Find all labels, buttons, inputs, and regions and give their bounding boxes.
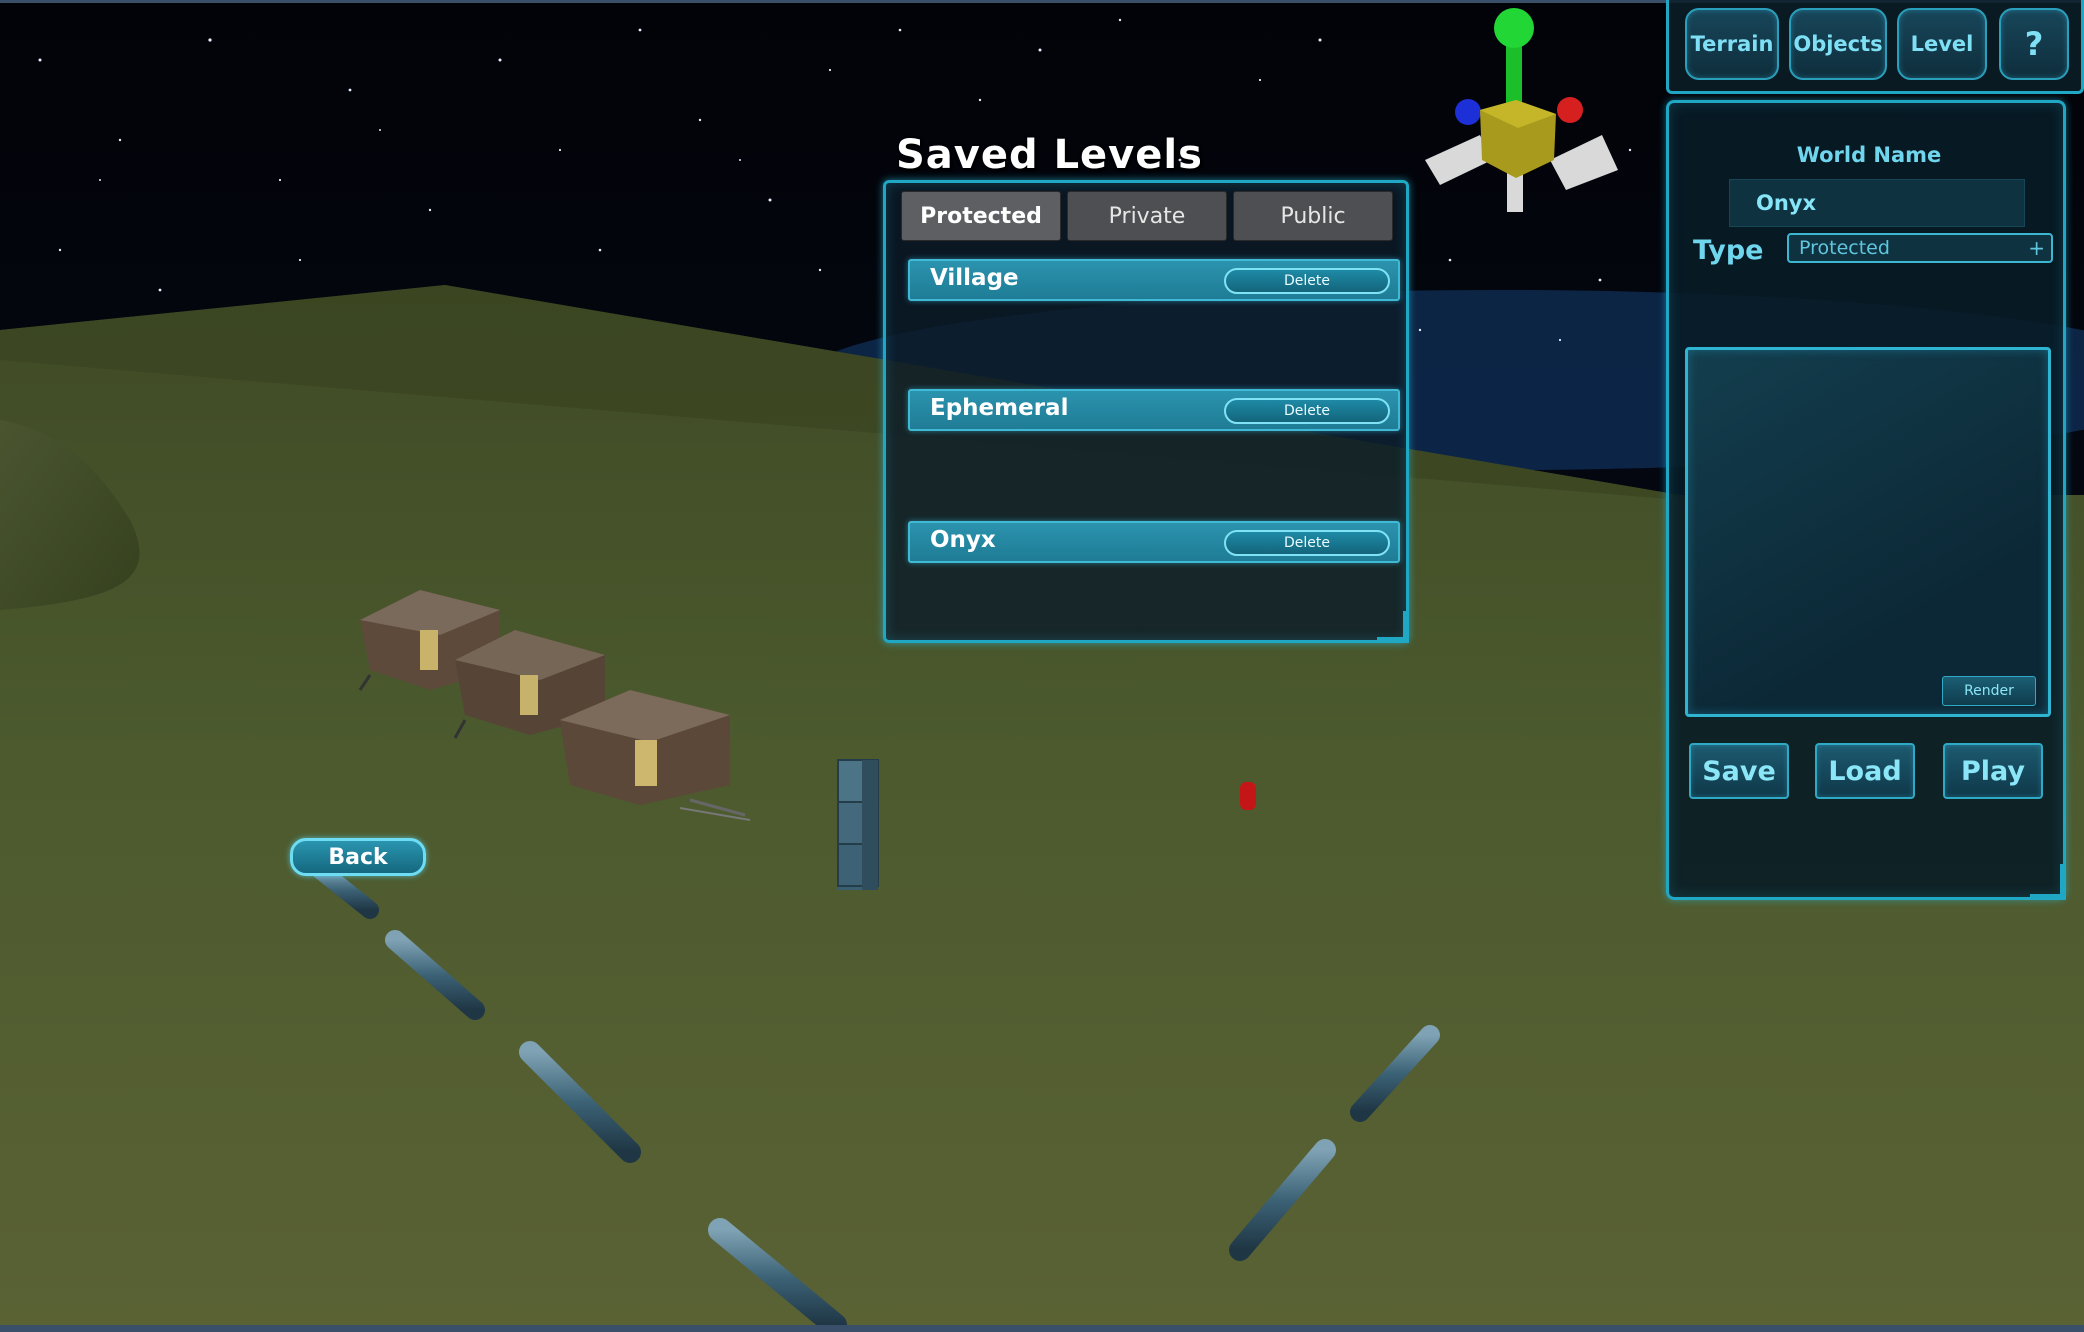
load-button[interactable]: Load <box>1815 743 1915 799</box>
tab-protected[interactable]: Protected <box>901 191 1061 241</box>
red-marker[interactable] <box>1240 782 1256 810</box>
save-button[interactable]: Save <box>1689 743 1789 799</box>
help-button[interactable]: ? <box>1999 8 2069 80</box>
saved-levels-panel: Protected Private Public Village Delete … <box>883 180 1409 643</box>
window-frame-bottom <box>0 1325 2084 1332</box>
type-dropdown[interactable]: Protected + <box>1787 233 2053 263</box>
dropdown-arrow-icon: + <box>2028 236 2045 260</box>
delete-button[interactable]: Delete <box>1224 268 1390 294</box>
level-name: Ephemeral <box>930 395 1069 421</box>
terrain-button[interactable]: Terrain <box>1685 8 1779 80</box>
delete-button[interactable]: Delete <box>1224 530 1390 556</box>
world-name-input[interactable]: Onyx <box>1729 179 2025 227</box>
tab-public[interactable]: Public <box>1233 191 1393 241</box>
level-name: Village <box>930 265 1019 291</box>
back-button[interactable]: Back <box>290 838 426 876</box>
editor-toolbar: Terrain Objects Level ? <box>1666 0 2084 94</box>
delete-button[interactable]: Delete <box>1224 398 1390 424</box>
level-row-onyx[interactable]: Onyx Delete <box>908 521 1400 563</box>
container-tower[interactable] <box>837 759 879 890</box>
level-name: Onyx <box>930 527 996 553</box>
type-label: Type <box>1693 235 1764 266</box>
level-preview: Render <box>1685 347 2051 717</box>
world-name-label: World Name <box>1796 143 1942 167</box>
tab-private[interactable]: Private <box>1067 191 1227 241</box>
level-row-ephemeral[interactable]: Ephemeral Delete <box>908 389 1400 431</box>
world-settings-panel: World Name Onyx Type Protected + Render … <box>1666 100 2066 900</box>
objects-button[interactable]: Objects <box>1789 8 1887 80</box>
saved-levels-title: Saved Levels <box>896 132 1203 178</box>
level-row-village[interactable]: Village Delete <box>908 259 1400 301</box>
type-value: Protected <box>1799 237 1890 259</box>
render-button[interactable]: Render <box>1942 676 2036 706</box>
play-button[interactable]: Play <box>1943 743 2043 799</box>
level-button[interactable]: Level <box>1897 8 1987 80</box>
